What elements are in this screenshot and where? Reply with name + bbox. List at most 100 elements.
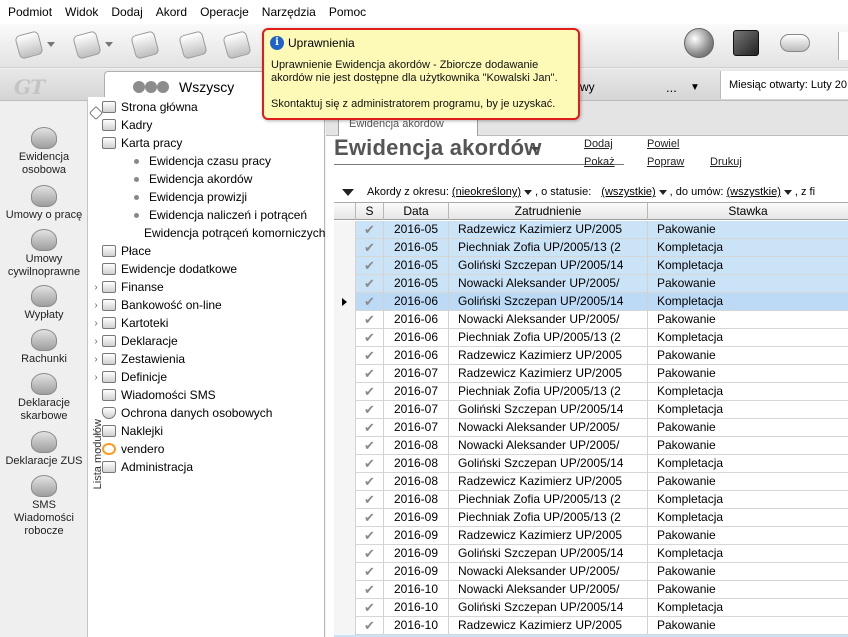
- sidebar-item-ewidencja-osobowa[interactable]: Ewidencja osobowa: [0, 127, 88, 177]
- add-link[interactable]: Dodaj: [584, 138, 613, 150]
- row-indicator[interactable]: [334, 437, 356, 455]
- column-header-s[interactable]: S: [356, 203, 384, 220]
- row-indicator[interactable]: [334, 473, 356, 491]
- chevron-down-icon[interactable]: ▼: [690, 82, 700, 93]
- module-ewidencja-prowizji[interactable]: Ewidencja prowizji: [88, 188, 325, 206]
- row-indicator[interactable]: [334, 347, 356, 365]
- forward-dropdown-icon[interactable]: [105, 42, 113, 47]
- row-indicator[interactable]: [334, 257, 356, 275]
- table-row[interactable]: ✔ 2016-06 Piechniak Zofia UP/2005/13 (2 Kom…: [334, 329, 848, 347]
- chevron-right-icon[interactable]: ›: [90, 318, 102, 329]
- contracts-filter-select[interactable]: (wszystkie): [726, 186, 780, 198]
- module-zestawienia[interactable]: › Zestawienia: [88, 350, 325, 368]
- chevron-right-icon[interactable]: ›: [90, 426, 102, 437]
- table-row[interactable]: ✔ 2016-09 Piechniak Zofia UP/2005/13 (2 Kom…: [334, 509, 848, 527]
- chevron-down-icon[interactable]: [783, 189, 792, 195]
- module-ewidencja-czasu-pracy[interactable]: Ewidencja czasu pracy: [88, 152, 325, 170]
- row-indicator[interactable]: [334, 401, 356, 419]
- sidebar-item-deklaracje-skarbowe[interactable]: Deklaracje skarbowe: [0, 373, 88, 423]
- row-indicator[interactable]: [334, 329, 356, 347]
- module-place[interactable]: Płace: [88, 242, 325, 260]
- row-indicator[interactable]: [334, 491, 356, 509]
- table-row[interactable]: ✔ 2016-08 Nowacki Aleksander UP/2005/Pakow…: [334, 437, 848, 455]
- chevron-right-icon[interactable]: ›: [90, 372, 102, 383]
- forward-icon[interactable]: [72, 30, 102, 60]
- chevron-right-icon[interactable]: ›: [90, 444, 102, 455]
- menu-dodaj[interactable]: Dodaj: [111, 0, 142, 24]
- menu-pomoc[interactable]: Pomoc: [329, 0, 366, 24]
- table-row[interactable]: ✔ 2016-09 Radzewicz Kazimierz UP/2005 Pakow…: [334, 527, 848, 545]
- menu-narzedzia[interactable]: Narzędzia: [262, 0, 316, 24]
- row-indicator[interactable]: [334, 581, 356, 599]
- menu-widok[interactable]: Widok: [65, 0, 98, 24]
- module-ewidencje-dodatkowe[interactable]: Ewidencje dodatkowe: [88, 260, 325, 278]
- row-indicator[interactable]: [334, 275, 356, 293]
- row-indicator[interactable]: [334, 221, 356, 239]
- chevron-down-icon[interactable]: [531, 147, 539, 152]
- table-row[interactable]: ✔ 2016-05 Nowacki Aleksander UP/2005/Pakow…: [334, 275, 848, 293]
- globe-icon[interactable]: [684, 28, 714, 58]
- period-filter-select[interactable]: (nieokreślony): [452, 186, 521, 198]
- stamp-icon[interactable]: [130, 30, 160, 60]
- row-indicator[interactable]: [334, 599, 356, 617]
- row-indicator[interactable]: [334, 509, 356, 527]
- row-indicator[interactable]: [334, 383, 356, 401]
- chevron-down-icon[interactable]: [524, 189, 533, 195]
- row-indicator[interactable]: [334, 239, 356, 257]
- module-kartoteki[interactable]: › Kartoteki: [88, 314, 325, 332]
- module-definicje[interactable]: › Definicje: [88, 368, 325, 386]
- table-row[interactable]: ✔ 2016-07 Goliński Szczepan UP/2005/14 Komp…: [334, 401, 848, 419]
- fix-link[interactable]: Popraw: [647, 156, 684, 168]
- table-row[interactable]: ✔ 2016-06 Nowacki Aleksander UP/2005/Pakow…: [334, 311, 848, 329]
- chevron-down-icon[interactable]: [658, 189, 667, 195]
- module-finanse[interactable]: › Finanse: [88, 278, 325, 296]
- table-row[interactable]: ✔ 2016-08 Radzewicz Kazimierz UP/2005 Pakow…: [334, 473, 848, 491]
- menu-podmiot[interactable]: Podmiot: [8, 0, 52, 24]
- sidebar-item-umowy-o-prace[interactable]: Umowy o pracę: [0, 185, 88, 222]
- sidebar-item-wyplaty[interactable]: Wypłaty: [0, 285, 88, 322]
- table-row[interactable]: ✔ 2016-07 Nowacki Aleksander UP/2005/Pakow…: [334, 419, 848, 437]
- table-row[interactable]: ✔ 2016-08 Piechniak Zofia UP/2005/13 (2 Kom…: [334, 491, 848, 509]
- module-bankowosc[interactable]: › Bankowość on-line: [88, 296, 325, 314]
- column-header-zatrudnienie[interactable]: Zatrudnienie: [449, 203, 648, 220]
- page-title[interactable]: Ewidencja akordów: [334, 135, 542, 161]
- module-deklaracje[interactable]: › Deklaracje: [88, 332, 325, 350]
- chevron-right-icon[interactable]: ›: [90, 336, 102, 347]
- repeat-link[interactable]: Powiel: [647, 138, 679, 150]
- row-indicator[interactable]: [334, 563, 356, 581]
- table-row[interactable]: ✔ 2016-10 Nowacki Aleksander UP/2005/Pakow…: [334, 581, 848, 599]
- table-row[interactable]: ✔ 2016-07 Radzewicz Kazimierz UP/2005 Pakow…: [334, 365, 848, 383]
- collapse-filters-icon[interactable]: [342, 188, 354, 196]
- show-link[interactable]: Pokaż: [584, 156, 615, 168]
- view-selector[interactable]: wy ... ▼: [580, 77, 710, 97]
- column-header-stawka[interactable]: Stawka: [648, 203, 848, 220]
- chevron-right-icon[interactable]: ›: [90, 300, 102, 311]
- sidebar-item-sms[interactable]: SMS Wiadomości robocze: [0, 475, 88, 538]
- column-header-data[interactable]: Data: [384, 203, 449, 220]
- row-indicator[interactable]: [334, 293, 356, 311]
- module-ewidencja-naliczen[interactable]: Ewidencja naliczeń i potrąceń: [88, 206, 325, 224]
- table-row[interactable]: ✔ 2016-06 Radzewicz Kazimierz UP/2005 Pakow…: [334, 347, 848, 365]
- back-icon[interactable]: [14, 30, 44, 60]
- row-indicator[interactable]: [334, 455, 356, 473]
- module-wiadomosci-sms[interactable]: Wiadomości SMS: [88, 386, 325, 404]
- table-row[interactable]: ✔ 2016-07 Piechniak Zofia UP/2005/13 (2 Kom…: [334, 383, 848, 401]
- print-link[interactable]: Drukuj: [710, 156, 742, 168]
- module-naklejki[interactable]: › Naklejki: [88, 422, 325, 440]
- menu-akord[interactable]: Akord: [156, 0, 187, 24]
- row-indicator[interactable]: [334, 311, 356, 329]
- view-selector-more[interactable]: ...: [666, 80, 690, 95]
- menu-operacje[interactable]: Operacje: [200, 0, 249, 24]
- table-row[interactable]: ✔ 2016-05 Piechniak Zofia UP/2005/13 (2 Kom…: [334, 239, 848, 257]
- sidebar-item-rachunki[interactable]: Rachunki: [0, 329, 88, 366]
- sidebar-item-umowy-cywilnoprawne[interactable]: Umowy cywilnoprawne: [0, 229, 88, 279]
- row-indicator[interactable]: [334, 617, 356, 635]
- table-row[interactable]: ✔ 2016-10 Radzewicz Kazimierz UP/2005 Pakow…: [334, 617, 848, 635]
- table-row[interactable]: ✔ 2016-10 Goliński Szczepan UP/2005/14 Komp…: [334, 599, 848, 617]
- module-karta-pracy[interactable]: Karta pracy: [88, 134, 325, 152]
- back-dropdown-icon[interactable]: [47, 42, 55, 47]
- table-row[interactable]: ✔ 2016-08 Goliński Szczepan UP/2005/14 Komp…: [334, 455, 848, 473]
- module-ewidencja-potracen-komorniczych[interactable]: Ewidencja potrąceń komorniczych: [88, 224, 325, 242]
- cancel-icon[interactable]: [222, 30, 252, 60]
- table-row[interactable]: ✔ 2016-05 Goliński Szczepan UP/2005/14 Komp…: [334, 257, 848, 275]
